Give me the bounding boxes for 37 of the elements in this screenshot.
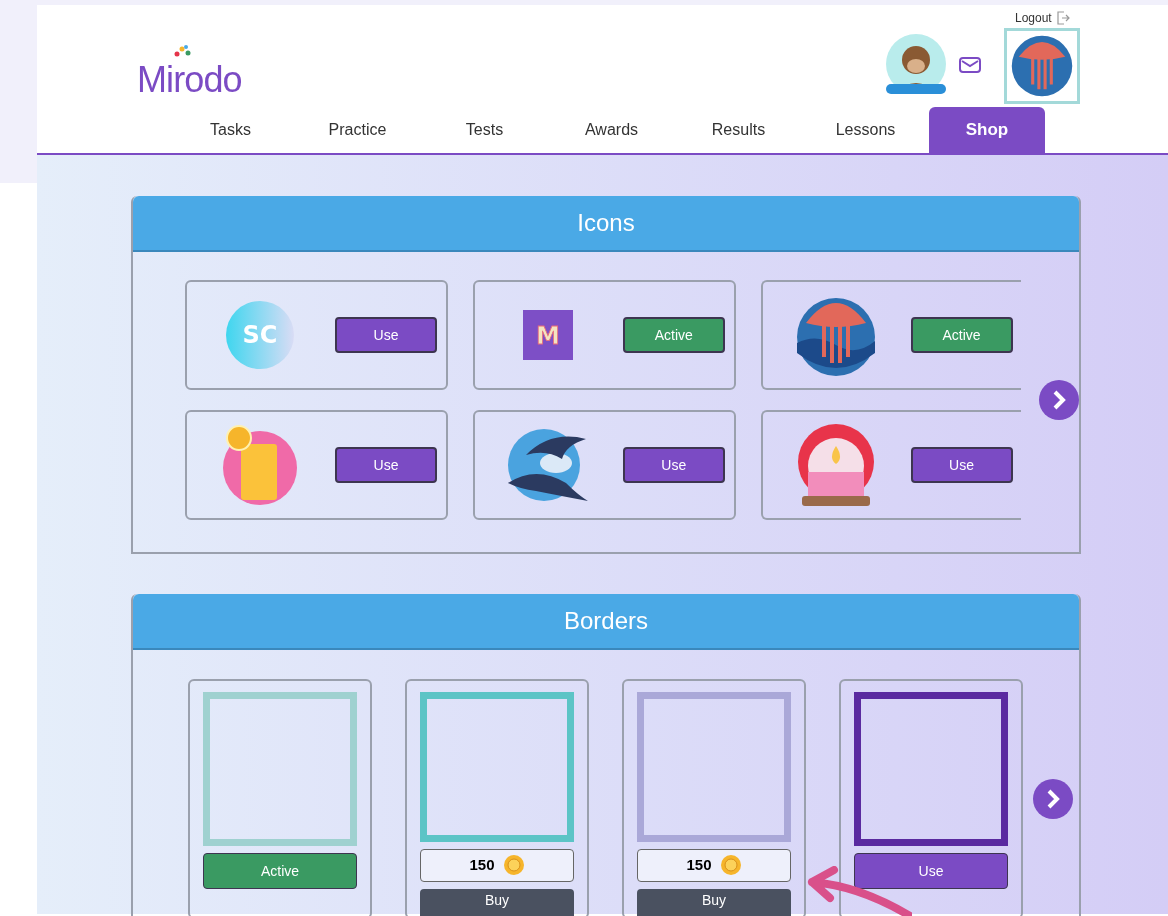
use-button[interactable]: Use [910, 447, 1013, 483]
mail-icon [959, 57, 981, 73]
use-button[interactable]: Use [854, 853, 1008, 889]
jellyfish-avatar-icon [1011, 35, 1073, 97]
nav-tab[interactable]: Shop [929, 107, 1045, 153]
use-button[interactable]: Use [335, 447, 437, 483]
letter-tile-icon: M [522, 310, 573, 360]
buy-button[interactable]: Buy [420, 889, 574, 916]
use-button[interactable]: Use [622, 447, 725, 483]
price: 150 [686, 855, 712, 876]
next-button[interactable] [1033, 779, 1073, 819]
logo[interactable]: Mirodo [137, 53, 242, 107]
active-button[interactable]: Active [622, 317, 725, 353]
avatar-button[interactable] [1004, 28, 1080, 104]
coin-icon [719, 854, 742, 877]
candle-icon [795, 422, 876, 508]
nav-tab[interactable]: Awards [548, 107, 675, 153]
chevron-right-icon [1051, 390, 1068, 410]
logout-link[interactable]: Logout [1015, 9, 1070, 27]
active-button[interactable]: Active [910, 317, 1013, 353]
nav-tab[interactable]: Tasks [167, 107, 294, 153]
chevron-right-icon [1045, 789, 1061, 809]
nav-tab[interactable]: Practice [294, 107, 421, 153]
logout-icon [1055, 11, 1070, 25]
nav-tab[interactable]: Tests [421, 107, 548, 153]
buy-button[interactable]: Buy [637, 889, 791, 916]
sc-badge-icon: SC [225, 300, 295, 370]
confetti-dots-icon [173, 45, 193, 59]
next-button[interactable] [1039, 380, 1079, 420]
panel-title: Borders [563, 606, 648, 636]
use-button[interactable]: Use [335, 317, 437, 353]
panel-title: Icons [577, 208, 635, 238]
active-button[interactable]: Active [203, 853, 357, 889]
price: 150 [469, 855, 495, 876]
coin-icon [502, 854, 525, 877]
nav-tab[interactable]: Results [675, 107, 802, 153]
nav-tab[interactable]: Lessons [802, 107, 929, 153]
